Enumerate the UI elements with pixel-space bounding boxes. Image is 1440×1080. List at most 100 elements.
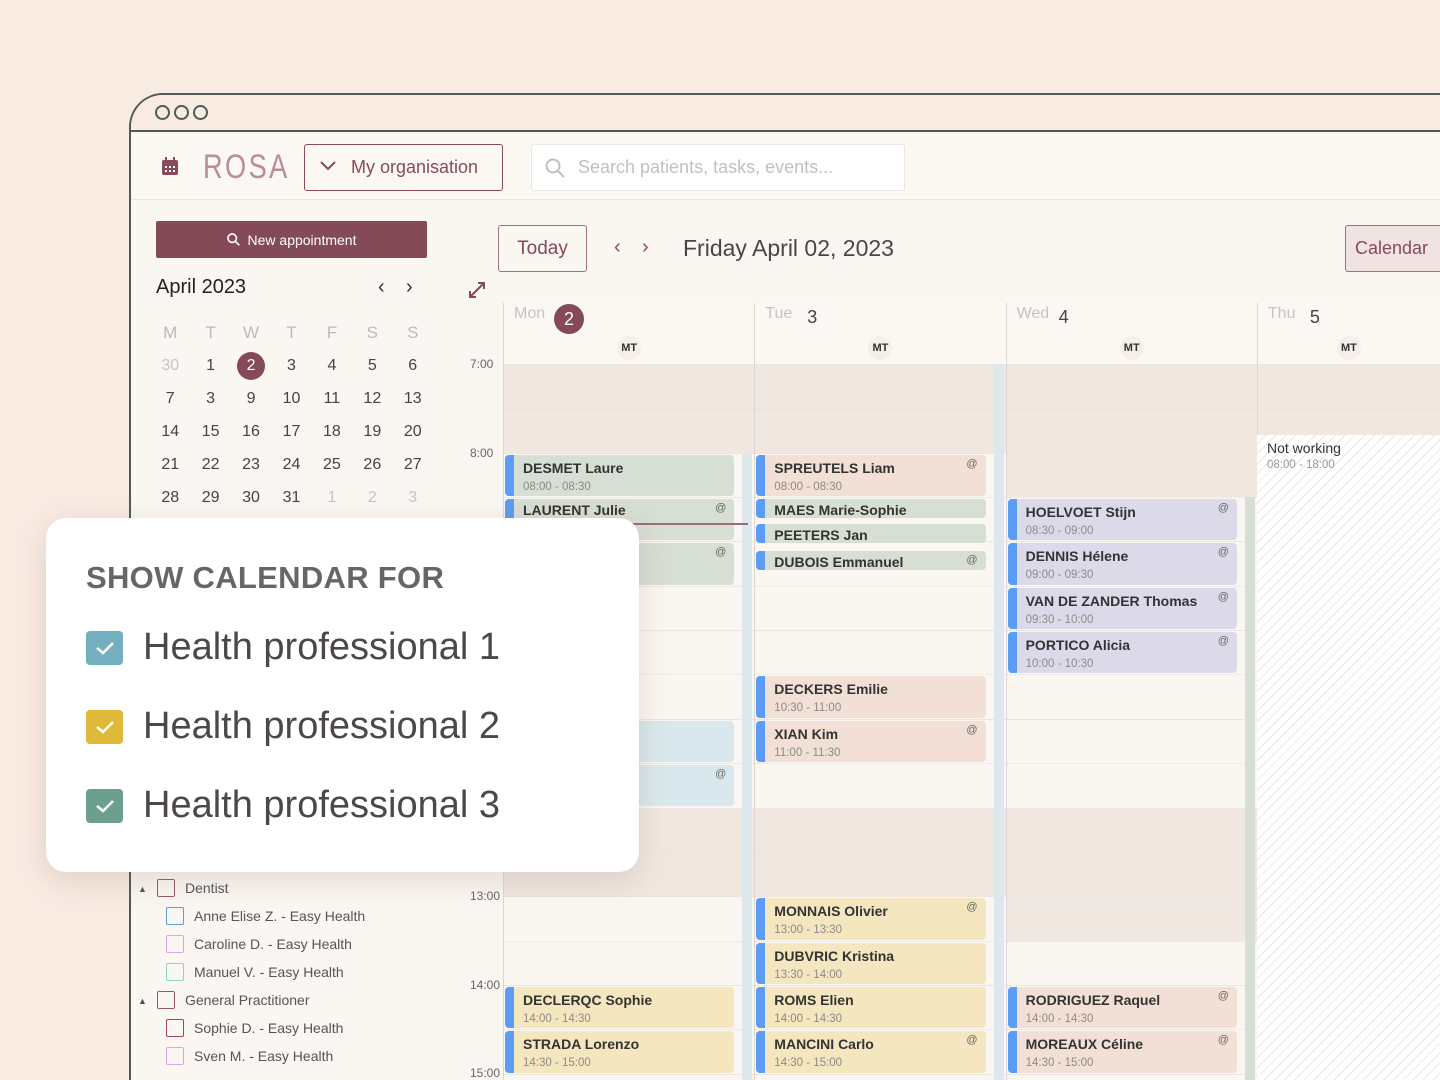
calendar-filter-item[interactable]: Health professional 2 [86,705,500,748]
day-cell[interactable]: 21 [150,456,190,474]
checkbox[interactable] [166,907,184,925]
day-cell[interactable]: 14 [150,423,190,441]
practitioner-badge[interactable]: MT [617,336,642,360]
day-cell[interactable]: 17 [271,423,311,441]
practitioner-badge[interactable]: MT [868,336,893,360]
checkbox[interactable] [86,709,123,744]
appointment[interactable]: DECLERQC Sophie 14:00 - 14:30 [505,986,735,1029]
next-button[interactable]: › [642,236,649,259]
appointment-name: VAN DE ZANDER Thomas [1025,592,1198,609]
day-cell[interactable]: 15 [190,423,230,441]
collapse-caret-icon[interactable]: ▲ [138,884,147,894]
day-cell[interactable]: 28 [150,489,190,507]
checkbox[interactable] [166,963,184,981]
checkbox[interactable] [166,1047,184,1065]
appointment[interactable]: DECKERS Emilie 10:30 - 11:00 [756,676,986,718]
appointment-name: DECKERS Emilie [774,681,888,698]
appointment[interactable]: RODRIGUEZ Raquel 14:00 - 14:30 @ [1007,986,1237,1029]
appointment-time: 08:00 - 08:30 [523,480,591,493]
day-header[interactable]: Wed 4 MT [1006,303,1257,363]
calendar-tree-item[interactable]: Sven M. - Easy Health [166,1047,333,1065]
checkbox[interactable] [157,879,175,897]
day-cell[interactable]: 24 [271,456,311,474]
day-cell[interactable]: 13 [393,390,433,408]
day-cell[interactable]: 26 [352,456,392,474]
day-cell[interactable]: 23 [231,456,271,474]
appointment[interactable]: MOREAUX Céline 14:30 - 15:00 @ [1007,1031,1237,1073]
appointment[interactable]: SPREUTELS Liam 08:00 - 08:30 @ [756,454,986,497]
appointment[interactable]: PEETERS Jan [756,524,986,544]
day-cell[interactable]: 9 [231,390,271,408]
day-cell[interactable]: 19 [352,423,392,441]
checkbox[interactable] [166,935,184,953]
appointment[interactable]: DUBOIS Emmanuel @ [756,550,986,570]
appointment[interactable]: VAN DE ZANDER Thomas 09:30 - 10:00 @ [1007,587,1237,630]
calendar-tree-item[interactable]: Sophie D. - Easy Health [166,1019,343,1037]
day-header[interactable]: Thu 5 MT [1257,303,1440,363]
appointment[interactable]: MONNAIS Olivier 13:00 - 13:30 @ [756,898,986,940]
appointment[interactable]: DESMET Laure 08:00 - 08:30 [505,454,735,497]
new-appointment-button[interactable]: New appointment [156,221,427,258]
day-cell[interactable]: 1 [312,489,352,507]
day-cell[interactable]: 5 [352,357,392,375]
day-cell[interactable]: 6 [393,357,433,375]
appointment[interactable]: HOELVOET Stijn 08:30 - 09:00 @ [1007,499,1237,541]
day-cell[interactable]: 4 [312,357,352,375]
collapse-caret-icon[interactable]: ▲ [138,996,147,1006]
day-cell[interactable]: 16 [231,423,271,441]
mini-prev-month-button[interactable]: ‹ [378,276,385,299]
day-cell[interactable]: 30 [150,357,190,375]
day-cell[interactable]: 7 [150,390,190,408]
day-cell[interactable]: 3 [190,390,230,408]
appointment-time: 14:00 - 14:30 [1025,1012,1094,1025]
day-cell[interactable]: 18 [312,423,352,441]
day-cell[interactable]: 31 [271,489,311,507]
day-cell[interactable]: 1 [190,357,230,375]
day-cell[interactable]: 25 [312,456,352,474]
day-cell[interactable]: 30 [231,489,271,507]
day-header[interactable]: Mon 2 MT [504,303,755,363]
window-controls[interactable] [155,105,208,120]
day-cell[interactable]: 22 [190,456,230,474]
day-cell[interactable]: 2 [352,489,392,507]
checkbox[interactable] [86,788,123,823]
day-cell[interactable]: 10 [271,390,311,408]
appointment[interactable]: STRADA Lorenzo 14:30 - 15:00 [505,1031,735,1073]
search-input[interactable]: Search patients, tasks, events... [531,144,905,191]
calendar-tree-item[interactable]: Dentist [157,879,229,897]
day-cell[interactable]: 20 [393,423,433,441]
appointment[interactable]: XIAN Kim 11:00 - 11:30 @ [756,720,986,763]
appointment[interactable]: ROMS Elien 14:00 - 14:30 [756,986,986,1029]
day-cell[interactable]: 27 [393,456,433,474]
calendar-tree-item[interactable]: Caroline D. - Easy Health [166,935,352,953]
organisation-select[interactable]: My organisation [304,144,503,191]
day-cell[interactable]: 3 [271,357,311,375]
calendar-tree-item[interactable]: Anne Elise Z. - Easy Health [166,907,365,925]
calendar-tree-item[interactable]: General Practitioner [157,991,310,1009]
prev-button[interactable]: ‹ [614,236,621,259]
checkbox[interactable] [157,991,175,1009]
checkbox[interactable] [166,1019,184,1037]
checkbox[interactable] [86,630,123,665]
calendar-tree-item[interactable]: Manuel V. - Easy Health [166,963,344,981]
day-cell[interactable]: 2 [231,351,271,380]
mini-next-month-button[interactable]: › [406,276,413,299]
appointment[interactable]: PORTICO Alicia 10:00 - 10:30 @ [1007,632,1237,674]
day-cell[interactable]: 12 [352,390,392,408]
day-header[interactable]: Tue 3 MT [755,303,1006,363]
practitioner-badge[interactable]: MT [1119,336,1144,360]
calendar-filter-item[interactable]: Health professional 1 [86,626,500,669]
expand-icon[interactable] [468,281,486,299]
day-cell[interactable]: 29 [190,489,230,507]
day-cell[interactable]: 3 [393,489,433,507]
week-row: 21 22 23 24 25 26 27 [150,448,433,481]
appointment[interactable]: DENNIS Hélene 09:00 - 09:30 @ [1007,543,1237,585]
day-cell[interactable]: 11 [312,390,352,408]
appointment[interactable]: DUBVRIC Kristina 13:30 - 14:00 [756,942,986,984]
appointment[interactable]: MAES Marie-Sophie [756,499,986,519]
calendar-view-button[interactable]: Calendar [1345,225,1440,272]
appointment[interactable]: MANCINI Carlo 14:30 - 15:00 @ [756,1031,986,1073]
calendar-filter-item[interactable]: Health professional 3 [86,784,500,827]
practitioner-badge[interactable]: MT [1336,336,1361,360]
today-button[interactable]: Today [498,225,587,272]
